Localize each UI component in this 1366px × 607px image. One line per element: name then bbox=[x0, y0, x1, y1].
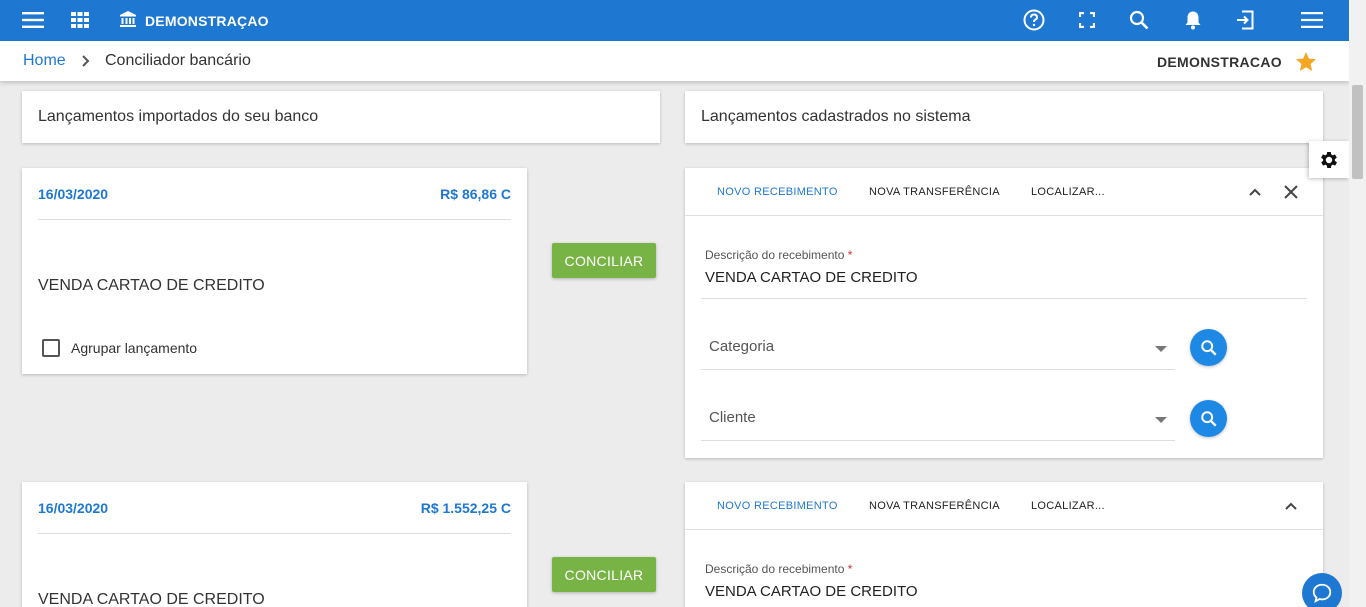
right-section-title: Lançamentos cadastrados no sistema bbox=[701, 108, 971, 125]
company-label: DEMONSTRACAO bbox=[1157, 54, 1282, 70]
caret-down-icon bbox=[1155, 417, 1167, 423]
chat-support-button[interactable] bbox=[1302, 573, 1342, 607]
chat-icon bbox=[1312, 583, 1332, 604]
star-icon[interactable] bbox=[1294, 50, 1318, 74]
left-section-title: Lançamentos importados do seu banco bbox=[38, 108, 319, 125]
required-mark: * bbox=[847, 562, 853, 576]
required-mark: * bbox=[847, 248, 853, 262]
entry-amount: R$ 86,86 C bbox=[440, 186, 511, 202]
category-search-button[interactable] bbox=[1190, 329, 1227, 366]
entry-tabs: NOVO RECEBIMENTO NOVA TRANSFERÊNCIA LOCA… bbox=[685, 168, 1323, 216]
scrollbar-thumb[interactable] bbox=[1352, 85, 1363, 179]
help-icon[interactable] bbox=[1022, 8, 1046, 32]
system-entry-card: NOVO RECEBIMENTO NOVA TRANSFERÊNCIA LOCA… bbox=[685, 482, 1323, 607]
conciliar-button[interactable]: CONCILIAR bbox=[552, 557, 656, 592]
tab-nova-transferencia[interactable]: NOVA TRANSFERÊNCIA bbox=[869, 500, 1000, 512]
divider bbox=[38, 219, 511, 220]
close-icon[interactable] bbox=[1281, 182, 1301, 202]
category-placeholder: Categoria bbox=[709, 338, 775, 355]
bank-icon bbox=[119, 10, 137, 31]
description-field-value[interactable]: VENDA CARTAO DE CREDITO bbox=[705, 269, 918, 286]
breadcrumb: Home Conciliador bancário DEMONSTRACAO bbox=[0, 41, 1349, 81]
page-scrollbar[interactable] bbox=[1349, 0, 1366, 607]
breadcrumb-home-link[interactable]: Home bbox=[23, 52, 66, 70]
company-switcher[interactable]: DEMONSTRAÇAO bbox=[119, 0, 269, 41]
entry-date: 16/03/2020 bbox=[38, 500, 109, 516]
tab-nova-transferencia[interactable]: NOVA TRANSFERÊNCIA bbox=[869, 186, 1000, 198]
menu-icon[interactable] bbox=[21, 8, 45, 32]
tab-novo-recebimento[interactable]: NOVO RECEBIMENTO bbox=[717, 500, 838, 512]
search-icon bbox=[1200, 410, 1217, 427]
group-entry-label: Agrupar lançamento bbox=[71, 340, 198, 356]
tab-localizar[interactable]: LOCALIZAR... bbox=[1031, 186, 1105, 198]
search-icon[interactable] bbox=[1127, 8, 1151, 32]
entry-date: 16/03/2020 bbox=[38, 186, 109, 202]
left-section-header: Lançamentos importados do seu banco bbox=[22, 91, 660, 143]
gear-icon bbox=[1321, 151, 1337, 168]
description-field-label: Descrição do recebimento * bbox=[705, 562, 853, 576]
bank-entry-card: 16/03/2020 R$ 1.552,25 C VENDA CARTAO DE… bbox=[22, 482, 527, 607]
bell-icon[interactable] bbox=[1181, 8, 1205, 32]
hamburger-icon[interactable] bbox=[1300, 8, 1324, 32]
chevron-up-icon[interactable] bbox=[1245, 182, 1265, 202]
tab-novo-recebimento[interactable]: NOVO RECEBIMENTO bbox=[717, 186, 838, 198]
entry-description: VENDA CARTAO DE CREDITO bbox=[38, 591, 265, 607]
entry-tabs: NOVO RECEBIMENTO NOVA TRANSFERÊNCIA LOCA… bbox=[685, 482, 1323, 530]
company-name: DEMONSTRAÇAO bbox=[145, 12, 269, 29]
search-icon bbox=[1200, 339, 1217, 356]
conciliar-button[interactable]: CONCILIAR bbox=[552, 243, 656, 278]
fullscreen-icon[interactable] bbox=[1075, 8, 1099, 32]
description-underline bbox=[701, 298, 1307, 299]
client-search-button[interactable] bbox=[1190, 400, 1227, 437]
category-select[interactable]: Categoria bbox=[701, 328, 1175, 370]
caret-down-icon bbox=[1155, 346, 1167, 352]
client-select[interactable]: Cliente bbox=[701, 399, 1175, 441]
tab-localizar[interactable]: LOCALIZAR... bbox=[1031, 500, 1105, 512]
description-field-value[interactable]: VENDA CARTAO DE CREDITO bbox=[705, 583, 918, 600]
breadcrumb-current: Conciliador bancário bbox=[105, 52, 251, 69]
chevron-right-icon bbox=[79, 53, 93, 69]
client-placeholder: Cliente bbox=[709, 409, 756, 426]
description-field-label: Descrição do recebimento * bbox=[705, 248, 853, 262]
chevron-up-icon[interactable] bbox=[1281, 496, 1301, 516]
group-entry-checkbox-row[interactable]: Agrupar lançamento bbox=[42, 339, 197, 357]
entry-description: VENDA CARTAO DE CREDITO bbox=[38, 277, 265, 294]
system-entry-card: NOVO RECEBIMENTO NOVA TRANSFERÊNCIA LOCA… bbox=[685, 168, 1323, 458]
group-entry-checkbox[interactable] bbox=[42, 339, 60, 357]
entry-amount: R$ 1.552,25 C bbox=[420, 500, 511, 516]
top-app-bar: DEMONSTRAÇAO bbox=[0, 0, 1349, 41]
divider bbox=[38, 533, 511, 534]
settings-tab[interactable] bbox=[1309, 141, 1349, 178]
right-section-header: Lançamentos cadastrados no sistema bbox=[685, 91, 1323, 143]
bank-entry-card: 16/03/2020 R$ 86,86 C VENDA CARTAO DE CR… bbox=[22, 168, 527, 374]
exit-icon[interactable] bbox=[1233, 8, 1257, 32]
apps-grid-icon[interactable] bbox=[68, 8, 92, 32]
